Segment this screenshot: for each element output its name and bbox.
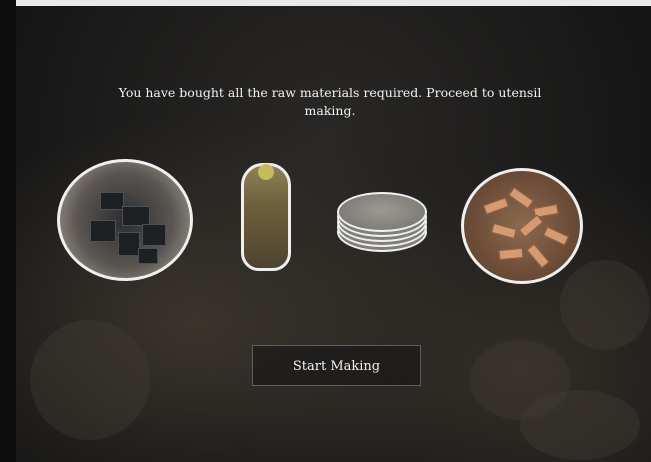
coal-piece	[90, 220, 116, 242]
background-pot	[520, 390, 640, 460]
coal-piece	[122, 206, 150, 226]
left-border	[0, 0, 16, 462]
completion-message: You have bought all the raw materials re…	[118, 85, 542, 118]
background-pot	[560, 260, 650, 350]
brick	[543, 226, 569, 246]
coal-bowl-icon	[57, 159, 193, 281]
bricks-icon	[461, 168, 583, 284]
coal-piece	[100, 192, 124, 210]
brick	[508, 187, 534, 209]
brick	[491, 223, 517, 239]
plate	[337, 192, 427, 232]
brick	[483, 197, 509, 215]
brick	[498, 247, 524, 261]
start-making-button[interactable]: Start Making	[252, 345, 421, 386]
oil-bottle-icon	[241, 163, 291, 271]
coal-piece	[142, 224, 166, 246]
bottle-cap	[258, 164, 274, 180]
metal-plates-icon	[337, 192, 427, 252]
coal-piece	[138, 248, 158, 264]
brick	[526, 243, 550, 269]
coal-piece	[118, 232, 140, 256]
top-border	[0, 0, 651, 6]
brick	[518, 214, 544, 238]
background-pot	[30, 320, 150, 440]
game-scene: You have bought all the raw materials re…	[0, 0, 651, 462]
